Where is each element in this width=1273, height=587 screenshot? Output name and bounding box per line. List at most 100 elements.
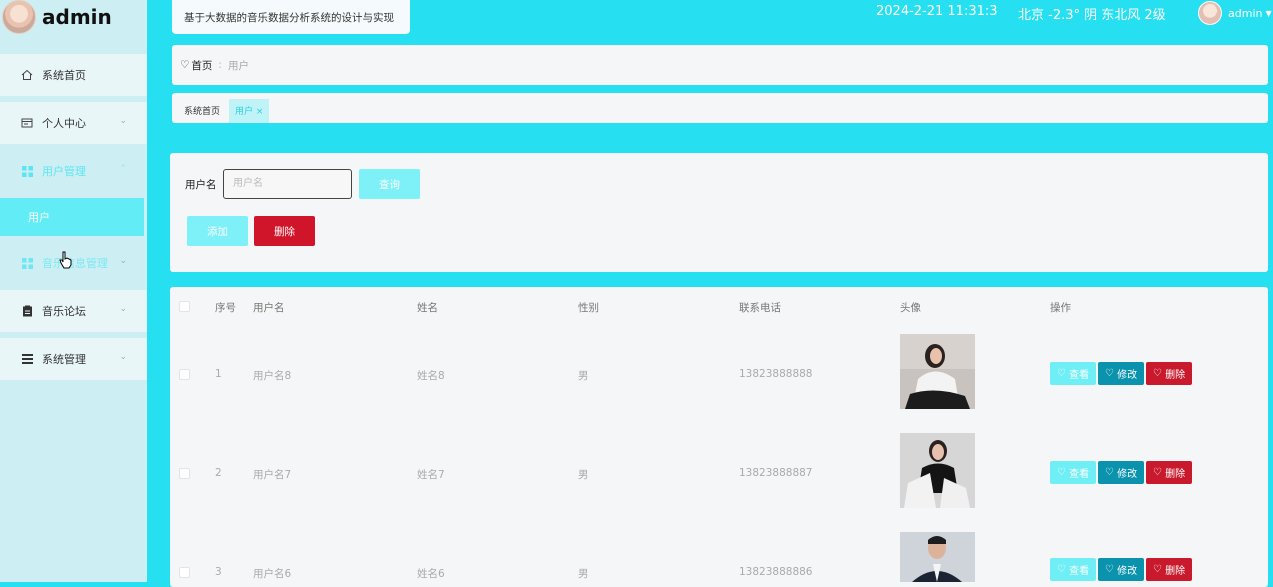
sidebar-item-label: 个人中心 — [42, 117, 86, 130]
edit-label: 修改 — [1117, 566, 1138, 577]
breadcrumb-current: 用户 — [227, 59, 249, 72]
user-name: admin — [1228, 6, 1263, 20]
delete-label: 删除 — [1165, 469, 1186, 480]
edit-button[interactable]: ♡ 修改 — [1098, 558, 1144, 581]
user-photo — [900, 532, 975, 582]
profile-icon — [20, 116, 34, 130]
chevron-down-icon: ⌄ — [119, 256, 127, 266]
sidebar-item-label: 系统管理 — [42, 353, 86, 366]
username-label: 用户名 — [185, 179, 217, 191]
tab-home[interactable]: 系统首页 — [178, 105, 226, 119]
cell-phone: 13823888888 — [739, 368, 813, 380]
username-search-input[interactable]: 用户名 — [223, 169, 352, 199]
heart-icon: ♡ — [1104, 564, 1118, 575]
brand-name: admin — [42, 5, 112, 29]
heart-icon: ♡ — [1152, 467, 1166, 478]
edit-label: 修改 — [1117, 370, 1138, 381]
cell-name: 姓名8 — [417, 370, 445, 382]
heart-icon: ♡ — [1056, 467, 1070, 478]
cell-gender: 男 — [578, 469, 589, 481]
column-header-username: 用户名 — [253, 302, 285, 314]
brand: admin — [0, 0, 147, 34]
cell-no: 3 — [215, 566, 222, 578]
user-photo — [900, 433, 975, 508]
sidebar-item-user-management[interactable]: 用户管理 ⌃ — [0, 150, 147, 192]
column-header-phone: 联系电话 — [739, 302, 781, 314]
chevron-down-icon: ⌄ — [119, 352, 127, 362]
sidebar-item-music-info[interactable]: 音乐信息管理 ⌄ — [0, 242, 147, 284]
delete-button[interactable]: 删除 — [254, 216, 315, 246]
heart-icon: ♡ — [1104, 467, 1118, 478]
query-button[interactable]: 查询 — [359, 169, 420, 199]
system-title: 基于大数据的音乐数据分析系统的设计与实现 — [172, 0, 410, 34]
tab-bar: 系统首页 用户 × — [172, 93, 1268, 123]
user-table: 序号 用户名 姓名 性别 联系电话 头像 操作 1 用户名8 姓名8 男 138… — [170, 287, 1268, 587]
row-checkbox[interactable] — [179, 369, 190, 380]
grid-icon — [20, 164, 34, 178]
cell-gender: 男 — [578, 568, 589, 580]
caret-down-icon: ▼ — [1265, 8, 1272, 18]
brand-avatar — [2, 0, 36, 34]
cell-phone: 13823888887 — [739, 467, 813, 479]
breadcrumb-separator: : — [218, 59, 222, 71]
chevron-down-icon: ⌄ — [119, 116, 127, 126]
cell-no: 2 — [215, 467, 222, 479]
row-delete-button[interactable]: ♡ 删除 — [1146, 461, 1192, 484]
breadcrumb-home[interactable]: 首页 — [191, 58, 212, 73]
view-label: 查看 — [1069, 469, 1090, 480]
close-icon[interactable]: × — [253, 107, 264, 117]
user-menu[interactable]: admin ▼ — [1198, 0, 1272, 26]
select-all-checkbox[interactable] — [179, 301, 190, 312]
cell-username: 用户名8 — [253, 370, 292, 382]
edit-button[interactable]: ♡ 修改 — [1098, 461, 1144, 484]
row-checkbox[interactable] — [179, 468, 190, 479]
tab-label: 用户 — [235, 107, 254, 117]
sidebar-subitem-label: 用户 — [28, 211, 50, 224]
sidebar-item-label: 音乐论坛 — [42, 305, 86, 318]
sidebar-item-system[interactable]: 系统管理 ⌄ — [0, 338, 147, 380]
clipboard-icon — [20, 304, 34, 318]
edit-label: 修改 — [1117, 469, 1138, 480]
cell-name: 姓名6 — [417, 568, 445, 580]
chevron-up-icon: ⌃ — [119, 164, 127, 174]
heart-icon: ♡ — [1104, 368, 1118, 379]
add-button[interactable]: 添加 — [187, 216, 248, 246]
cell-gender: 男 — [578, 370, 589, 382]
view-button[interactable]: ♡ 查看 — [1050, 558, 1096, 581]
heart-icon: ♡ — [1152, 368, 1166, 379]
sidebar-item-label: 用户管理 — [42, 165, 86, 178]
row-delete-button[interactable]: ♡ 删除 — [1146, 558, 1192, 581]
cell-name: 姓名7 — [417, 469, 445, 481]
row-checkbox[interactable] — [179, 567, 190, 578]
edit-button[interactable]: ♡ 修改 — [1098, 362, 1144, 385]
column-header-no: 序号 — [215, 302, 236, 314]
heart-icon: ♡ — [180, 59, 190, 71]
view-button[interactable]: ♡ 查看 — [1050, 461, 1096, 484]
column-header-avatar: 头像 — [900, 302, 921, 314]
row-delete-button[interactable]: ♡ 删除 — [1146, 362, 1192, 385]
tab-user[interactable]: 用户 × — [229, 99, 270, 123]
heart-icon: ♡ — [1056, 368, 1070, 379]
view-label: 查看 — [1069, 566, 1090, 577]
avatar — [1198, 1, 1222, 25]
sidebar-item-music-forum[interactable]: 音乐论坛 ⌄ — [0, 290, 147, 332]
column-header-actions: 操作 — [1050, 302, 1071, 314]
cell-username: 用户名6 — [253, 568, 292, 580]
user-photo — [900, 334, 975, 409]
sidebar-item-label: 系统首页 — [42, 69, 86, 82]
heart-icon: ♡ — [1056, 564, 1070, 575]
header-datetime: 2024-2-21 11:31:3 — [876, 4, 998, 19]
search-panel: 用户名 用户名 查询 添加 删除 — [170, 153, 1268, 272]
view-button[interactable]: ♡ 查看 — [1050, 362, 1096, 385]
hand-cursor-icon — [59, 251, 72, 269]
sidebar-item-home[interactable]: 系统首页 — [0, 54, 147, 96]
sidebar-menu: 系统首页 个人中心 ⌄ 用户管理 ⌃ 用户 音乐信息管理 ⌄ 音乐论坛 ⌄ 系统… — [0, 54, 147, 386]
column-header-gender: 性别 — [578, 302, 599, 314]
sidebar-item-label: 音乐信息管理 — [42, 257, 108, 270]
sidebar-subitem-user[interactable]: 用户 — [0, 198, 144, 236]
grid-icon — [20, 256, 34, 270]
sidebar-item-profile[interactable]: 个人中心 ⌄ — [0, 102, 147, 144]
delete-label: 删除 — [1165, 370, 1186, 381]
breadcrumb: ♡ 首页 : 用户 — [172, 45, 1268, 85]
view-label: 查看 — [1069, 370, 1090, 381]
